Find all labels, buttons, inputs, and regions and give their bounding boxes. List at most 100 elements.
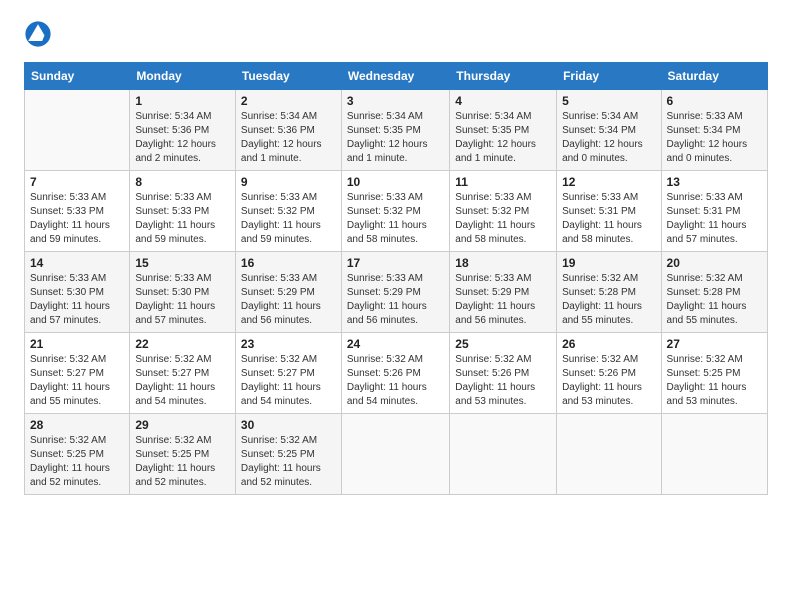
day-number: 30 bbox=[241, 418, 336, 432]
day-number: 16 bbox=[241, 256, 336, 270]
day-info: Sunrise: 5:33 AM Sunset: 5:34 PM Dayligh… bbox=[667, 110, 762, 166]
day-number: 12 bbox=[562, 175, 655, 189]
day-cell: 20 Sunrise: 5:32 AM Sunset: 5:28 PM Dayli… bbox=[661, 252, 767, 333]
day-info: Sunrise: 5:33 AM Sunset: 5:33 PM Dayligh… bbox=[30, 191, 124, 247]
day-info: Sunrise: 5:33 AM Sunset: 5:32 PM Dayligh… bbox=[241, 191, 336, 247]
day-number: 20 bbox=[667, 256, 762, 270]
day-cell bbox=[25, 90, 130, 171]
day-number: 4 bbox=[455, 94, 551, 108]
day-number: 6 bbox=[667, 94, 762, 108]
day-info: Sunrise: 5:33 AM Sunset: 5:30 PM Dayligh… bbox=[30, 272, 124, 328]
day-number: 14 bbox=[30, 256, 124, 270]
day-number: 1 bbox=[135, 94, 230, 108]
day-number: 22 bbox=[135, 337, 230, 351]
day-cell: 5 Sunrise: 5:34 AM Sunset: 5:34 PM Daylig… bbox=[557, 90, 661, 171]
day-number: 29 bbox=[135, 418, 230, 432]
week-row-1: 1 Sunrise: 5:34 AM Sunset: 5:36 PM Daylig… bbox=[25, 90, 768, 171]
week-row-5: 28 Sunrise: 5:32 AM Sunset: 5:25 PM Dayli… bbox=[25, 414, 768, 495]
day-info: Sunrise: 5:34 AM Sunset: 5:34 PM Dayligh… bbox=[562, 110, 655, 166]
day-info: Sunrise: 5:32 AM Sunset: 5:25 PM Dayligh… bbox=[241, 434, 336, 490]
day-info: Sunrise: 5:32 AM Sunset: 5:27 PM Dayligh… bbox=[135, 353, 230, 409]
day-number: 7 bbox=[30, 175, 124, 189]
day-info: Sunrise: 5:32 AM Sunset: 5:25 PM Dayligh… bbox=[30, 434, 124, 490]
logo bbox=[24, 20, 54, 48]
week-row-2: 7 Sunrise: 5:33 AM Sunset: 5:33 PM Daylig… bbox=[25, 171, 768, 252]
day-info: Sunrise: 5:32 AM Sunset: 5:26 PM Dayligh… bbox=[562, 353, 655, 409]
day-info: Sunrise: 5:32 AM Sunset: 5:27 PM Dayligh… bbox=[30, 353, 124, 409]
day-cell: 8 Sunrise: 5:33 AM Sunset: 5:33 PM Daylig… bbox=[130, 171, 236, 252]
weekday-monday: Monday bbox=[130, 63, 236, 90]
day-info: Sunrise: 5:33 AM Sunset: 5:32 PM Dayligh… bbox=[455, 191, 551, 247]
day-cell: 12 Sunrise: 5:33 AM Sunset: 5:31 PM Dayli… bbox=[557, 171, 661, 252]
day-info: Sunrise: 5:33 AM Sunset: 5:31 PM Dayligh… bbox=[667, 191, 762, 247]
day-cell: 17 Sunrise: 5:33 AM Sunset: 5:29 PM Dayli… bbox=[341, 252, 449, 333]
weekday-sunday: Sunday bbox=[25, 63, 130, 90]
day-info: Sunrise: 5:34 AM Sunset: 5:35 PM Dayligh… bbox=[347, 110, 444, 166]
day-cell: 7 Sunrise: 5:33 AM Sunset: 5:33 PM Daylig… bbox=[25, 171, 130, 252]
day-cell: 14 Sunrise: 5:33 AM Sunset: 5:30 PM Dayli… bbox=[25, 252, 130, 333]
day-number: 17 bbox=[347, 256, 444, 270]
day-number: 24 bbox=[347, 337, 444, 351]
day-cell: 19Sunrise: 5:32 AM Sunset: 5:28 PM Dayli… bbox=[557, 252, 661, 333]
day-cell bbox=[661, 414, 767, 495]
day-cell: 22 Sunrise: 5:32 AM Sunset: 5:27 PM Dayli… bbox=[130, 333, 236, 414]
week-row-4: 21Sunrise: 5:32 AM Sunset: 5:27 PM Dayli… bbox=[25, 333, 768, 414]
logo-icon bbox=[24, 20, 52, 48]
day-cell: 13 Sunrise: 5:33 AM Sunset: 5:31 PM Dayli… bbox=[661, 171, 767, 252]
day-info: Sunrise: 5:33 AM Sunset: 5:29 PM Dayligh… bbox=[241, 272, 336, 328]
day-cell: 2 Sunrise: 5:34 AM Sunset: 5:36 PM Daylig… bbox=[235, 90, 341, 171]
day-cell: 18 Sunrise: 5:33 AM Sunset: 5:29 PM Dayli… bbox=[450, 252, 557, 333]
day-number: 11 bbox=[455, 175, 551, 189]
day-number: 25 bbox=[455, 337, 551, 351]
day-number: 9 bbox=[241, 175, 336, 189]
day-number: 26 bbox=[562, 337, 655, 351]
day-info: Sunrise: 5:33 AM Sunset: 5:30 PM Dayligh… bbox=[135, 272, 230, 328]
day-number: 3 bbox=[347, 94, 444, 108]
day-cell: 21Sunrise: 5:32 AM Sunset: 5:27 PM Dayli… bbox=[25, 333, 130, 414]
weekday-header-row: SundayMondayTuesdayWednesdayThursdayFrid… bbox=[25, 63, 768, 90]
day-info: Sunrise: 5:32 AM Sunset: 5:26 PM Dayligh… bbox=[347, 353, 444, 409]
page-header bbox=[24, 20, 768, 48]
day-cell bbox=[341, 414, 449, 495]
day-info: Sunrise: 5:32 AM Sunset: 5:27 PM Dayligh… bbox=[241, 353, 336, 409]
weekday-saturday: Saturday bbox=[661, 63, 767, 90]
day-info: Sunrise: 5:32 AM Sunset: 5:26 PM Dayligh… bbox=[455, 353, 551, 409]
day-info: Sunrise: 5:34 AM Sunset: 5:36 PM Dayligh… bbox=[135, 110, 230, 166]
day-cell: 6 Sunrise: 5:33 AM Sunset: 5:34 PM Daylig… bbox=[661, 90, 767, 171]
day-info: Sunrise: 5:33 AM Sunset: 5:29 PM Dayligh… bbox=[455, 272, 551, 328]
week-row-3: 14 Sunrise: 5:33 AM Sunset: 5:30 PM Dayli… bbox=[25, 252, 768, 333]
day-number: 10 bbox=[347, 175, 444, 189]
day-cell: 24 Sunrise: 5:32 AM Sunset: 5:26 PM Dayli… bbox=[341, 333, 449, 414]
day-cell: 11 Sunrise: 5:33 AM Sunset: 5:32 PM Dayli… bbox=[450, 171, 557, 252]
day-info: Sunrise: 5:32 AM Sunset: 5:25 PM Dayligh… bbox=[667, 353, 762, 409]
day-cell: 10 Sunrise: 5:33 AM Sunset: 5:32 PM Dayli… bbox=[341, 171, 449, 252]
weekday-wednesday: Wednesday bbox=[341, 63, 449, 90]
day-info: Sunrise: 5:33 AM Sunset: 5:33 PM Dayligh… bbox=[135, 191, 230, 247]
day-cell: 28 Sunrise: 5:32 AM Sunset: 5:25 PM Dayli… bbox=[25, 414, 130, 495]
calendar-table: SundayMondayTuesdayWednesdayThursdayFrid… bbox=[24, 62, 768, 495]
day-cell: 1 Sunrise: 5:34 AM Sunset: 5:36 PM Daylig… bbox=[130, 90, 236, 171]
day-number: 8 bbox=[135, 175, 230, 189]
day-cell: 27Sunrise: 5:32 AM Sunset: 5:25 PM Dayli… bbox=[661, 333, 767, 414]
day-info: Sunrise: 5:33 AM Sunset: 5:31 PM Dayligh… bbox=[562, 191, 655, 247]
day-info: Sunrise: 5:34 AM Sunset: 5:36 PM Dayligh… bbox=[241, 110, 336, 166]
day-number: 19 bbox=[562, 256, 655, 270]
weekday-thursday: Thursday bbox=[450, 63, 557, 90]
day-number: 5 bbox=[562, 94, 655, 108]
day-cell: 9 Sunrise: 5:33 AM Sunset: 5:32 PM Daylig… bbox=[235, 171, 341, 252]
day-cell: 29 Sunrise: 5:32 AM Sunset: 5:25 PM Dayli… bbox=[130, 414, 236, 495]
day-number: 13 bbox=[667, 175, 762, 189]
day-number: 18 bbox=[455, 256, 551, 270]
day-info: Sunrise: 5:33 AM Sunset: 5:32 PM Dayligh… bbox=[347, 191, 444, 247]
day-cell: 4Sunrise: 5:34 AM Sunset: 5:35 PM Daylig… bbox=[450, 90, 557, 171]
day-cell: 3 Sunrise: 5:34 AM Sunset: 5:35 PM Daylig… bbox=[341, 90, 449, 171]
day-number: 2 bbox=[241, 94, 336, 108]
day-info: Sunrise: 5:32 AM Sunset: 5:25 PM Dayligh… bbox=[135, 434, 230, 490]
day-cell: 16 Sunrise: 5:33 AM Sunset: 5:29 PM Dayli… bbox=[235, 252, 341, 333]
day-cell bbox=[450, 414, 557, 495]
day-number: 28 bbox=[30, 418, 124, 432]
day-cell: 26 Sunrise: 5:32 AM Sunset: 5:26 PM Dayli… bbox=[557, 333, 661, 414]
day-number: 23 bbox=[241, 337, 336, 351]
day-info: Sunrise: 5:32 AM Sunset: 5:28 PM Dayligh… bbox=[667, 272, 762, 328]
day-info: Sunrise: 5:33 AM Sunset: 5:29 PM Dayligh… bbox=[347, 272, 444, 328]
